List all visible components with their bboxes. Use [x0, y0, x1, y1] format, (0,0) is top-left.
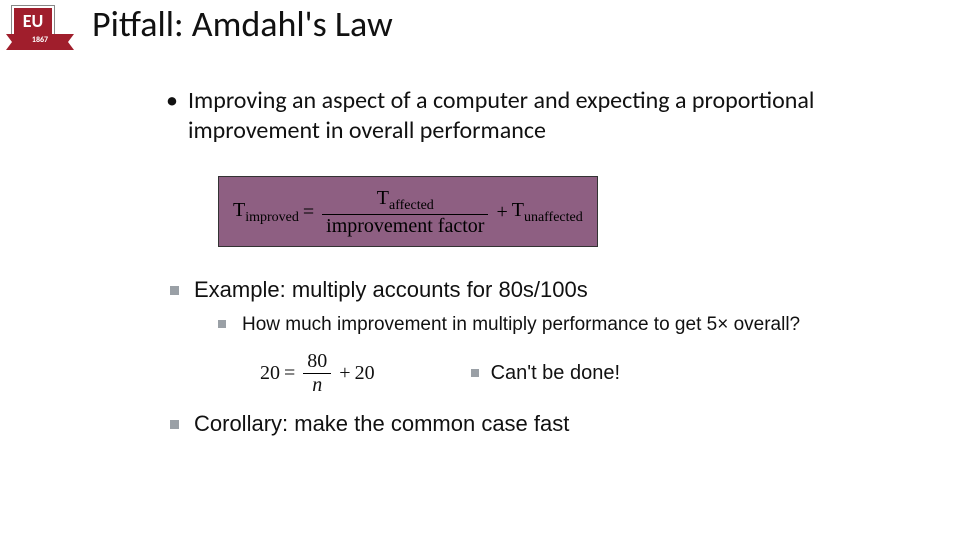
logo-banner: 1867 [12, 34, 68, 50]
example-equation: 20 = 80 n + 20 [260, 350, 375, 397]
example-list: Example: multiply accounts for 80s/100s … [160, 277, 900, 437]
amdahl-formula: Timproved = Taffected improvement factor… [233, 187, 583, 238]
amdahl-formula-box: Timproved = Taffected improvement factor… [218, 176, 598, 247]
slide-body: Improving an aspect of a computer and ex… [160, 86, 900, 447]
eq-equals: = [284, 362, 295, 385]
eq-fraction: 80 n [303, 350, 331, 397]
equals-sign: = [303, 201, 314, 224]
corollary: Corollary: make the common case fast [164, 411, 900, 437]
eq-tail: 20 [355, 362, 375, 385]
eq-numerator: 80 [303, 350, 331, 373]
fraction: Taffected improvement factor [322, 187, 488, 238]
eq-plus: + [339, 362, 350, 385]
example-question: How much improvement in multiply perform… [212, 313, 900, 338]
slide-title: Pitfall: Amdahl's Law [92, 2, 393, 46]
example-heading: Example: multiply accounts for 80s/100s [164, 277, 900, 303]
formula-lhs: Timproved [233, 199, 299, 226]
slide: EU 1867 Pitfall: Amdahl's Law Improving … [0, 0, 960, 540]
fraction-denominator: improvement factor [322, 215, 488, 238]
example-row: 20 = 80 n + 20 Can't be done! [260, 350, 900, 397]
fraction-numerator: Taffected [373, 187, 438, 214]
eq-denominator: n [308, 374, 326, 397]
university-logo: EU 1867 [12, 6, 72, 50]
bullet-intro: Improving an aspect of a computer and ex… [160, 86, 900, 146]
logo-year: 1867 [12, 35, 68, 45]
formula-tail: Tunaffected [512, 199, 583, 226]
logo-badge: EU [12, 6, 54, 36]
plus-sign: + [496, 201, 507, 224]
example-result: Can't be done! [465, 362, 620, 385]
eq-lhs: 20 [260, 362, 280, 385]
